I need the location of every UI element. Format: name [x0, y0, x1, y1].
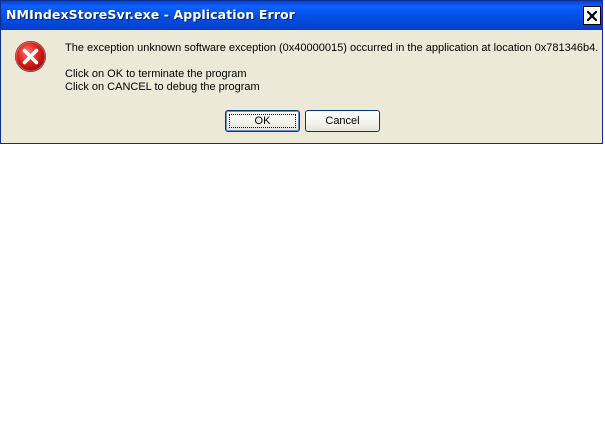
cancel-button[interactable]: Cancel	[305, 110, 380, 132]
ok-instruction: Click on OK to terminate the program	[65, 68, 247, 80]
close-icon	[587, 10, 597, 21]
error-icon	[15, 41, 46, 72]
error-message: The exception unknown software exception…	[65, 42, 599, 54]
cancel-instruction: Click on CANCEL to debug the program	[65, 81, 260, 93]
ok-button[interactable]: OK	[225, 110, 300, 132]
focus-rectangle	[229, 114, 296, 128]
close-button[interactable]	[583, 6, 601, 25]
cancel-button-label: Cancel	[325, 115, 360, 127]
title-bar[interactable]: NMIndexStoreSvr.exe - Application Error	[1, 1, 602, 30]
application-error-dialog: NMIndexStoreSvr.exe - Application Error …	[0, 0, 603, 144]
window-title: NMIndexStoreSvr.exe - Application Error	[6, 7, 295, 22]
